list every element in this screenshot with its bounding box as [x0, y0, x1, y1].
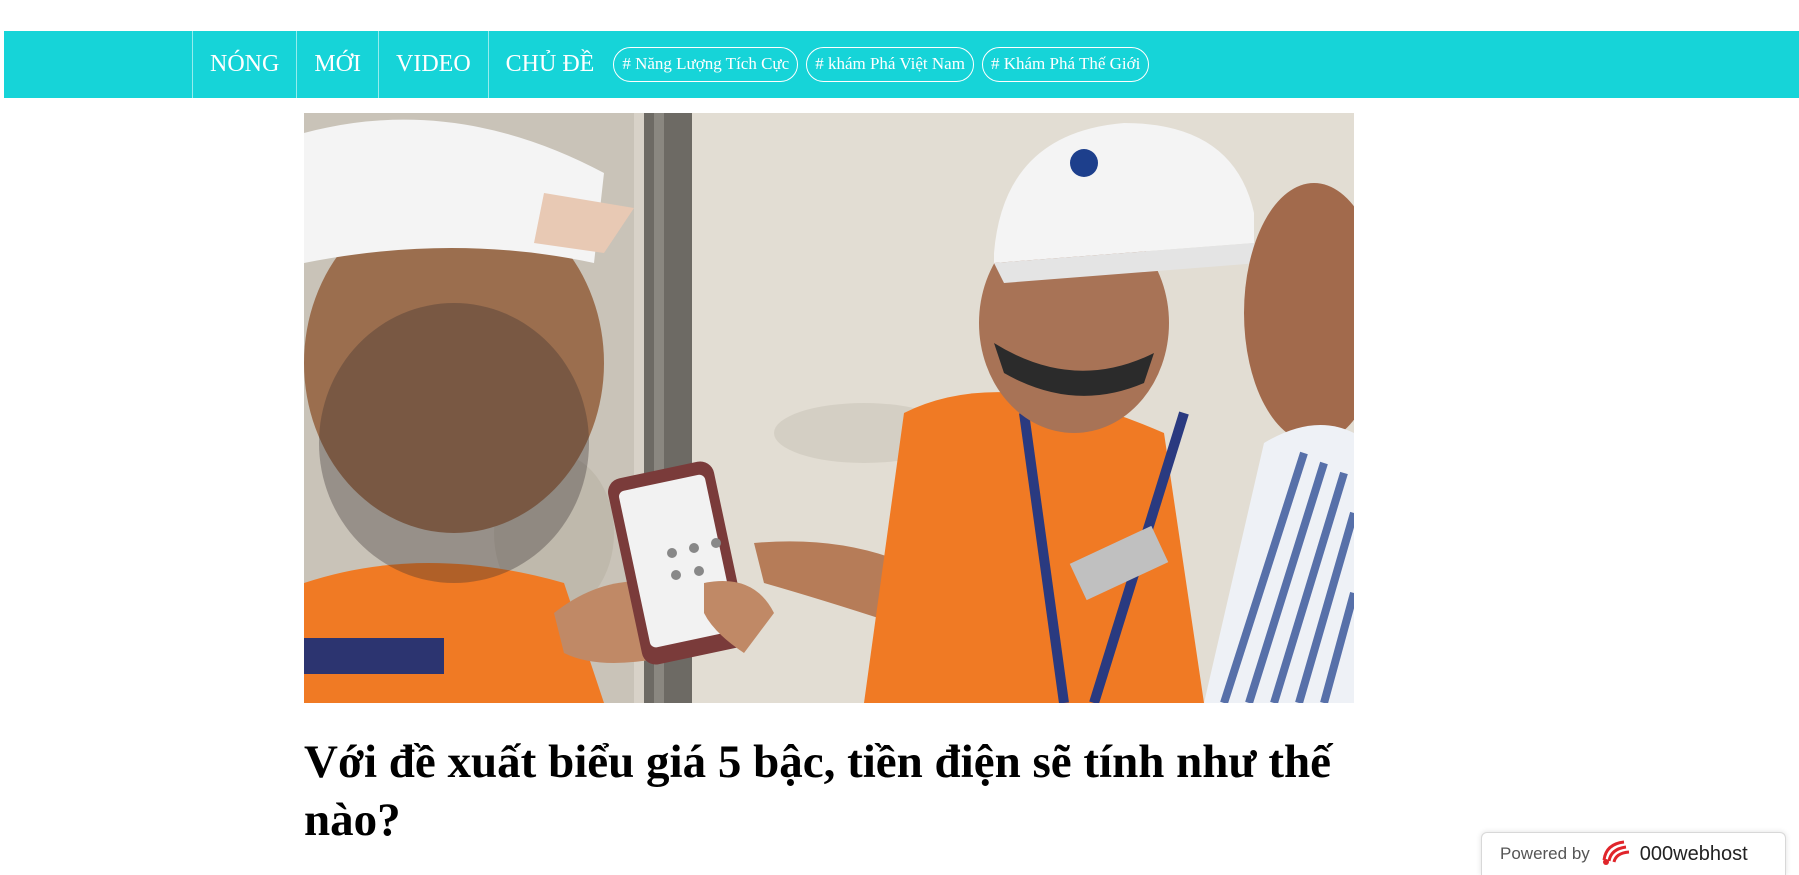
tag-positive-energy[interactable]: # Năng Lượng Tích Cực [613, 47, 799, 82]
powered-by-label: Powered by [1500, 844, 1590, 863]
nav-item-new[interactable]: MỚI [296, 31, 378, 98]
article-hero-image[interactable] [304, 113, 1354, 703]
topic-tags: # Năng Lượng Tích Cực # khám Phá Việt Na… [613, 47, 1150, 82]
brand-name: 000webhost [1639, 842, 1748, 865]
nav-item-video[interactable]: VIDEO [378, 31, 488, 98]
top-navbar: NÓNG MỚI VIDEO CHỦ ĐỀ # Năng Lượng Tích … [4, 31, 1799, 98]
nav-item-hot[interactable]: NÓNG [192, 31, 296, 98]
article-title[interactable]: Với đề xuất biểu giá 5 bậc, tiền điện sẽ… [304, 733, 1364, 849]
tag-explore-world[interactable]: # Khám Phá Thế Giới [981, 47, 1150, 82]
tag-explore-vietnam[interactable]: # khám Phá Việt Nam [806, 47, 974, 82]
hero-illustration [304, 113, 1354, 703]
000webhost-logo-icon [1600, 838, 1634, 871]
hosting-badge[interactable]: Powered by 000webhost [1481, 832, 1786, 875]
nav-menu: NÓNG MỚI VIDEO CHỦ ĐỀ # Năng Lượng Tích … [192, 31, 1150, 98]
nav-item-topics[interactable]: CHỦ ĐỀ [487, 31, 613, 98]
